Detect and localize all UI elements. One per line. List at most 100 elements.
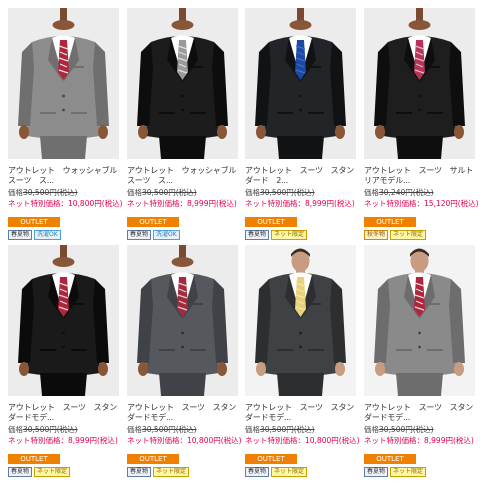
outlet-badge: OUTLET	[245, 217, 297, 227]
regular-price-value: 30,500円(税込)	[260, 425, 315, 434]
net-special-price: ネット特別価格：8,999円(税込)	[364, 436, 475, 446]
product-name-link[interactable]: アウトレット スーツ サルトリアモデル...	[364, 166, 475, 186]
regular-price: 価格30,500円(税込)	[245, 188, 356, 198]
tag-badges: 春夏物 ネット限定	[245, 230, 356, 240]
net-price-label: ネット特別価格	[364, 436, 417, 445]
net-special-price: ネット特別価格：10,800円(税込)	[127, 436, 242, 446]
regular-price-label: 価格	[127, 425, 142, 434]
net-price-value: 15,120円(税込)	[424, 199, 479, 208]
product-name-link[interactable]: アウトレット スーツ スタンダードモデ...	[364, 403, 475, 423]
product-card[interactable]: アウトレット スーツ スタンダードモデ... 価格30,500円(税込) ネット特別…	[364, 245, 475, 477]
regular-price-label: 価格	[245, 188, 260, 197]
tag-badges: 春夏物 ネット限定	[245, 467, 356, 477]
tag-badges: 春夏物 ネット限定	[127, 467, 238, 477]
product-card[interactable]: アウトレット ウォッシャブルスーツ ス... 価格30,500円(税込) ネット特別…	[127, 8, 238, 240]
product-card[interactable]: アウトレット ウォッシャブルスーツ ス... 価格30,500円(税込) ネット特別…	[8, 8, 123, 240]
net-price-separator: ：	[179, 199, 188, 208]
tag-badge: ネット限定	[34, 467, 71, 477]
net-price-value: 8,999円(税込)	[187, 199, 237, 208]
net-special-price: ネット特別価格：8,999円(税込)	[245, 199, 356, 209]
net-price-label: ネット特別価格	[245, 436, 298, 445]
outlet-badge: OUTLET	[364, 217, 416, 227]
tag-badge: ネット限定	[153, 467, 190, 477]
tag-badge: 洗濯OK	[153, 230, 180, 240]
tag-badges: 春夏物 ネット限定	[8, 467, 119, 477]
tag-badge: 洗濯OK	[34, 230, 61, 240]
regular-price-value: 30,500円(税込)	[142, 425, 197, 434]
net-price-label: ネット特別価格	[127, 199, 180, 208]
regular-price: 価格30,500円(税込)	[8, 425, 119, 435]
net-price-label: ネット特別価格	[245, 199, 298, 208]
regular-price: 価格30,500円(税込)	[8, 188, 119, 198]
tag-badges: 秋冬物 ネット限定	[364, 230, 475, 240]
tag-badge: 春夏物	[8, 467, 33, 477]
product-image[interactable]	[364, 8, 475, 159]
product-card[interactable]: アウトレット スーツ スタンダードモデ... 価格30,500円(税込) ネット特別…	[127, 245, 242, 477]
product-card[interactable]: アウトレット スーツ スタンダードモデ... 価格30,500円(税込) ネット特別…	[8, 245, 119, 477]
net-price-separator: ：	[60, 436, 69, 445]
outlet-badge: OUTLET	[364, 454, 416, 464]
product-image[interactable]	[245, 245, 356, 396]
product-image[interactable]	[127, 8, 238, 159]
net-price-value: 8,999円(税込)	[424, 436, 474, 445]
product-card[interactable]: アウトレット スーツ スタンダード 2... 価格30,500円(税込) ネット特別…	[245, 8, 356, 240]
net-price-value: 10,800円(税込)	[68, 199, 123, 208]
regular-price-value: 30,500円(税込)	[379, 425, 434, 434]
net-price-separator: ：	[297, 199, 306, 208]
net-price-separator: ：	[60, 199, 69, 208]
product-grid: アウトレット ウォッシャブルスーツ ス... 価格30,500円(税込) ネット特別…	[0, 0, 480, 477]
tag-badge: 春夏物	[127, 467, 152, 477]
net-price-separator: ：	[416, 436, 425, 445]
regular-price: 価格30,500円(税込)	[245, 425, 356, 435]
tag-badge: ネット限定	[390, 467, 427, 477]
tag-badges: 春夏物 洗濯OK	[8, 230, 119, 240]
regular-price: 価格30,500円(税込)	[127, 425, 238, 435]
regular-price-label: 価格	[127, 188, 142, 197]
product-card[interactable]: アウトレット スーツ スタンダードモデ... 価格30,500円(税込) ネット特別…	[245, 245, 360, 477]
product-card[interactable]: アウトレット スーツ サルトリアモデル... 価格30,240円(税込) ネット特別…	[364, 8, 479, 240]
tag-badge: 春夏物	[364, 467, 389, 477]
tag-badge: 春夏物	[245, 467, 270, 477]
regular-price-label: 価格	[364, 425, 379, 434]
net-price-label: ネット特別価格	[8, 199, 61, 208]
net-price-value: 10,800円(税込)	[187, 436, 242, 445]
tag-badge: 秋冬物	[364, 230, 389, 240]
regular-price-label: 価格	[364, 188, 379, 197]
net-price-label: ネット特別価格	[8, 436, 61, 445]
net-special-price: ネット特別価格：8,999円(税込)	[8, 436, 119, 446]
product-image[interactable]	[8, 245, 119, 396]
product-name-link[interactable]: アウトレット スーツ スタンダードモデ...	[127, 403, 238, 423]
tag-badges: 春夏物 洗濯OK	[127, 230, 238, 240]
regular-price-value: 30,240円(税込)	[379, 188, 434, 197]
tag-badge: 春夏物	[245, 230, 270, 240]
product-image[interactable]	[127, 245, 238, 396]
product-name-link[interactable]: アウトレット ウォッシャブルスーツ ス...	[127, 166, 238, 186]
regular-price-value: 30,500円(税込)	[142, 188, 197, 197]
tag-badge: ネット限定	[271, 467, 308, 477]
regular-price: 価格30,500円(税込)	[364, 425, 475, 435]
product-name-link[interactable]: アウトレット スーツ スタンダード 2...	[245, 166, 356, 186]
product-image[interactable]	[8, 8, 119, 159]
product-name-link[interactable]: アウトレット ウォッシャブルスーツ ス...	[8, 166, 119, 186]
net-price-value: 10,800円(税込)	[305, 436, 360, 445]
outlet-badge: OUTLET	[8, 217, 60, 227]
tag-badges: 春夏物 ネット限定	[364, 467, 475, 477]
net-special-price: ネット特別価格：10,800円(税込)	[245, 436, 360, 446]
regular-price-label: 価格	[8, 425, 23, 434]
net-price-separator: ：	[297, 436, 306, 445]
tag-badge: 春夏物	[8, 230, 33, 240]
net-price-label: ネット特別価格	[127, 436, 180, 445]
regular-price-value: 30,500円(税込)	[23, 188, 78, 197]
net-special-price: ネット特別価格：15,120円(税込)	[364, 199, 479, 209]
product-image[interactable]	[364, 245, 475, 396]
net-price-separator: ：	[179, 436, 188, 445]
outlet-badge: OUTLET	[127, 454, 179, 464]
product-image[interactable]	[245, 8, 356, 159]
net-price-separator: ：	[416, 199, 425, 208]
net-price-value: 8,999円(税込)	[305, 199, 355, 208]
net-price-label: ネット特別価格	[364, 199, 417, 208]
product-name-link[interactable]: アウトレット スーツ スタンダードモデ...	[8, 403, 119, 423]
tag-badge: ネット限定	[271, 230, 308, 240]
product-name-link[interactable]: アウトレット スーツ スタンダードモデ...	[245, 403, 356, 423]
regular-price-label: 価格	[8, 188, 23, 197]
